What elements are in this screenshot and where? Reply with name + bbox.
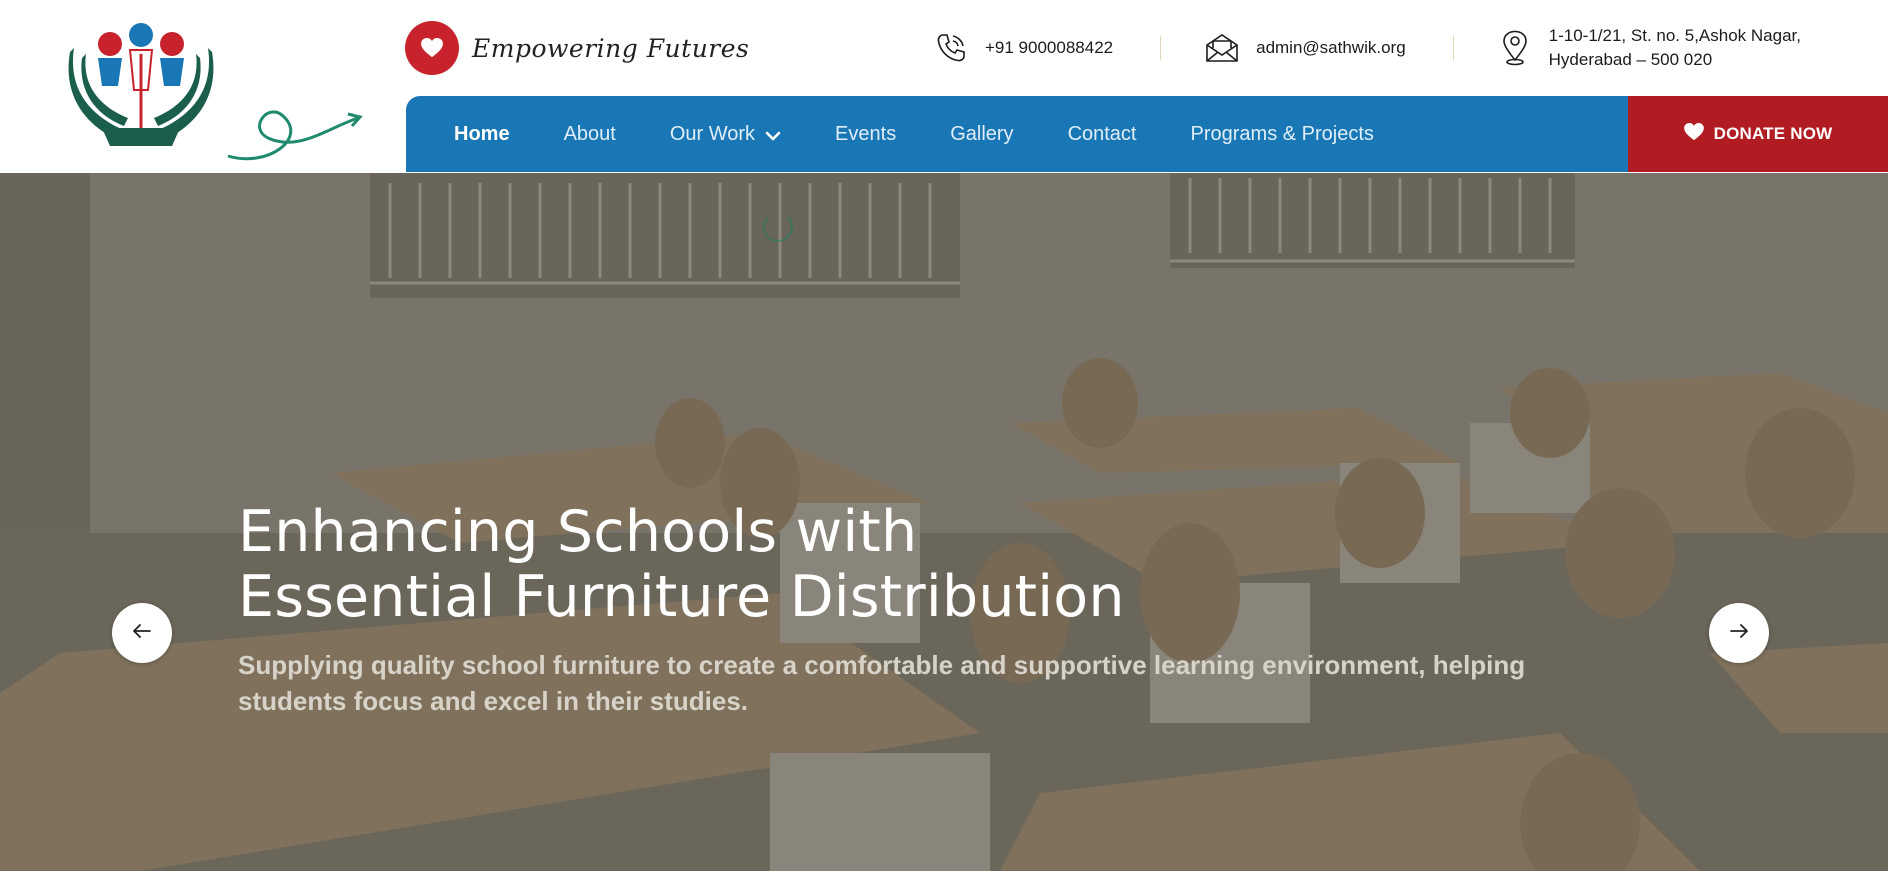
phone-icon [934,31,968,65]
heart-icon [405,21,459,75]
tagline: Empowering Futures [405,21,749,75]
hero-slider: Enhancing Schools with Essential Furnitu… [0,173,1888,871]
donate-label: DONATE NOW [1713,124,1833,143]
chevron-down-icon [765,124,781,147]
arrow-right-icon [1729,623,1749,644]
main-nav: Home About Our Work Events Gallery Conta… [406,96,1628,172]
nav-our-work[interactable]: Our Work [670,122,781,147]
hero-title: Enhancing Schools with Essential Furnitu… [238,500,1125,630]
contact-phone[interactable]: +91 9000088422 [934,31,1113,65]
slider-prev-button[interactable] [112,603,172,663]
nav-home[interactable]: Home [454,123,510,146]
hero-title-line-2: Essential Furniture Distribution [238,564,1125,630]
nav-our-work-label: Our Work [669,122,756,145]
contact-bar: +91 9000088422 admin@sathwik.org 1-10-1/… [934,22,1801,74]
address-text: 1-10-1/21, St. no. 5,Ashok Nagar, Hydera… [1549,24,1801,72]
arrow-left-icon [132,623,152,644]
contact-address: 1-10-1/21, St. no. 5,Ashok Nagar, Hydera… [1498,24,1801,72]
contact-divider [1160,36,1162,60]
heart-icon [1683,122,1704,146]
envelope-icon [1205,31,1239,65]
nav-contact[interactable]: Contact [1068,123,1137,146]
nav-gallery[interactable]: Gallery [950,123,1013,146]
contact-email[interactable]: admin@sathwik.org [1205,31,1406,65]
nav-programs-projects[interactable]: Programs & Projects [1191,123,1374,146]
address-line-2: Hyderabad – 500 020 [1548,50,1713,69]
location-pin-icon [1498,30,1532,66]
hero-subtitle: Supplying quality school furniture to cr… [238,650,1526,716]
nav-about[interactable]: About [564,123,616,146]
loading-spinner-icon [763,212,793,242]
donate-button[interactable]: DONATE NOW [1628,96,1888,172]
slider-next-button[interactable] [1709,603,1769,663]
site-header: Empowering Futures +91 9000088422 admin@… [0,0,1888,173]
phone-number[interactable]: +91 9000088422 [985,36,1113,60]
address-line-1: 1-10-1/21, St. no. 5,Ashok Nagar, [1548,26,1801,45]
hero-title-line-1: Enhancing Schools with [238,499,918,565]
tagline-text: Empowering Futures [472,33,750,63]
nav-events[interactable]: Events [835,123,896,146]
contact-divider [1452,36,1454,60]
email-address[interactable]: admin@sathwik.org [1256,36,1406,60]
site-logo[interactable] [68,18,368,163]
